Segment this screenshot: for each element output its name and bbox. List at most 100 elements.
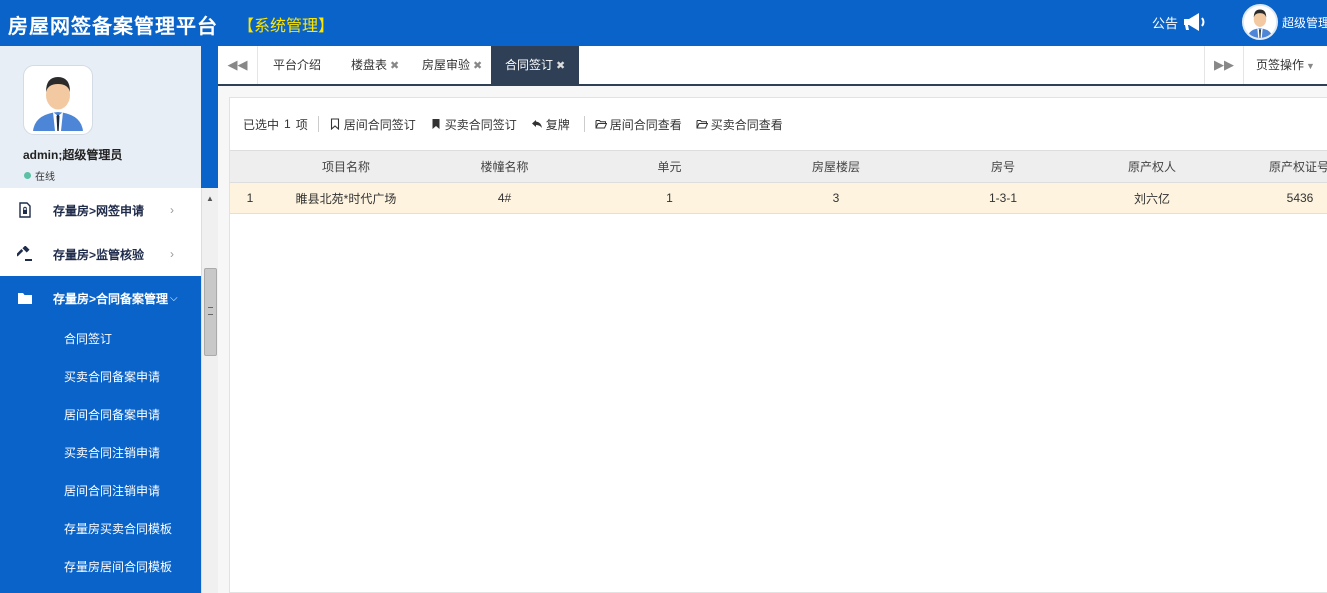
- sidebar-item-label: 存量房>合同备案管理: [53, 291, 169, 306]
- cell-floor: 3: [832, 191, 840, 205]
- button-label: 居间合同签订: [343, 117, 416, 132]
- profile-card: admin;超级管理员 在线: [0, 46, 201, 188]
- submenu-item[interactable]: 存量房居间合同模板: [0, 548, 201, 586]
- notice-button[interactable]: 公告: [1152, 12, 1208, 32]
- cell-project: 睢县北苑*时代广场: [295, 191, 397, 206]
- toolbar-divider: [583, 116, 585, 132]
- tab-scroll-right-button[interactable]: ▶▶: [1204, 46, 1244, 84]
- button-label: 买卖合同查看: [710, 117, 783, 132]
- column-header-project[interactable]: 项目名称: [270, 151, 422, 182]
- folder-open-icon: [595, 120, 607, 129]
- user-name: 超级管理: [1282, 15, 1327, 30]
- user-avatar-icon: [1244, 6, 1276, 38]
- submenu: 合同签订 买卖合同备案申请 居间合同备案申请 买卖合同注销申请 居间合同注销申请…: [0, 320, 201, 586]
- tab-label: 平台介绍: [273, 58, 322, 72]
- button-label: 复牌: [545, 117, 570, 132]
- reply-icon: [531, 120, 542, 128]
- profile-avatar: [24, 66, 92, 134]
- button-label: 买卖合同签订: [444, 117, 517, 132]
- caret-down-icon: ▼: [1306, 61, 1315, 71]
- selected-count: 1: [284, 117, 291, 131]
- profile-status: 在线: [24, 168, 55, 183]
- double-chevron-right-icon: ▶▶: [1214, 57, 1234, 72]
- sidebar-item-label: 存量房>监管核验: [53, 247, 145, 262]
- sidebar: admin;超级管理员 在线 存量房>网签申请 › 存量房>监管核验 › 存量房…: [0, 46, 218, 593]
- cell-unit: 1: [666, 191, 673, 205]
- user-avatar-icon: [27, 69, 89, 131]
- top-header: 房屋网签备案管理平台 【系统管理】 公告 超级管理: [0, 0, 1327, 46]
- sale-contract-view-button[interactable]: 买卖合同查看: [696, 116, 783, 133]
- chevron-right-icon: ›: [170, 247, 174, 261]
- close-icon[interactable]: ✖: [390, 60, 399, 72]
- submenu-item[interactable]: 买卖合同备案申请: [0, 358, 201, 396]
- folder-open-icon: [696, 120, 708, 129]
- chevron-down-icon: ⌵: [170, 292, 178, 304]
- brokerage-contract-view-button[interactable]: 居间合同查看: [595, 116, 682, 133]
- table-header: 项目名称 楼幢名称 单元 房屋楼层 房号 原产权人 原产权证号: [230, 150, 1327, 183]
- submenu-item[interactable]: 居间合同注销申请: [0, 472, 201, 510]
- column-header-unit[interactable]: 单元: [587, 151, 752, 182]
- sidebar-scrollbar[interactable]: ▲: [201, 188, 218, 593]
- submenu-item[interactable]: 买卖合同注销申请: [0, 434, 201, 472]
- close-icon[interactable]: ✖: [473, 60, 482, 72]
- column-header-room[interactable]: 房号: [920, 151, 1086, 182]
- column-header-owner[interactable]: 原产权人: [1086, 151, 1218, 182]
- avatar: [1242, 4, 1278, 40]
- submenu-item[interactable]: 居间合同备案申请: [0, 396, 201, 434]
- user-menu[interactable]: 超级管理: [1242, 4, 1327, 40]
- cell-room: 1-3-1: [988, 191, 1017, 205]
- status-text: 在线: [35, 172, 55, 183]
- tab-label: 房屋审验: [422, 58, 471, 72]
- sidebar-item-label: 存量房>网签申请: [53, 203, 145, 218]
- toolbar-divider: [317, 116, 319, 132]
- tab-scroll-left-button[interactable]: ◀◀: [218, 46, 258, 84]
- tab-platform-intro[interactable]: 平台介绍: [273, 46, 321, 84]
- folder-icon: [18, 293, 32, 304]
- table-row[interactable]: 1 睢县北苑*时代广场 4# 1 3 1-3-1 刘六亿 5436: [230, 183, 1327, 214]
- content-frame: 已选中 1 项 居间合同签订 买卖合同签订 复牌 居间合同查看 买卖合同查看 项…: [218, 86, 1327, 593]
- brokerage-contract-sign-button[interactable]: 居间合同签订: [329, 116, 416, 133]
- row-index: 1: [246, 191, 254, 205]
- grid-panel: 已选中 1 项 居间合同签订 买卖合同签订 复牌 居间合同查看 买卖合同查看 项…: [229, 97, 1327, 593]
- gavel-icon: [17, 246, 32, 261]
- tab-label: 楼盘表: [351, 58, 388, 72]
- tab-bar: ◀◀ 平台介绍 楼盘表 ✖ 房屋审验 ✖ 合同签订 ✖ ▶▶ 页签操作 ▼: [218, 46, 1327, 86]
- sidebar-item-contract-filing[interactable]: 存量房>合同备案管理 ⌵: [0, 276, 201, 320]
- button-label: 居间合同查看: [609, 117, 682, 132]
- cell-owner: 刘六亿: [1133, 191, 1170, 206]
- column-header-floor[interactable]: 房屋楼层: [752, 151, 920, 182]
- toolbar: 已选中 1 项 居间合同签订 买卖合同签订 复牌 居间合同查看 买卖合同查看: [230, 98, 1327, 150]
- tab-contract-signing[interactable]: 合同签订 ✖: [491, 46, 580, 84]
- megaphone-icon: [1184, 13, 1205, 31]
- module-tag[interactable]: 【系统管理】: [238, 12, 334, 36]
- scroll-up-icon[interactable]: ▲: [206, 194, 214, 203]
- double-chevron-left-icon: ◀◀: [227, 57, 248, 72]
- resume-button[interactable]: 复牌: [531, 116, 570, 133]
- selected-prefix: 已选中: [243, 117, 280, 132]
- notice-label: 公告: [1152, 15, 1179, 31]
- file-lock-icon: [19, 202, 31, 218]
- app-title: 房屋网签备案管理平台: [8, 16, 218, 38]
- submenu-item[interactable]: 存量房买卖合同模板: [0, 510, 201, 548]
- online-dot-icon: [24, 172, 31, 179]
- bookmark-outline-icon: [330, 118, 339, 130]
- chevron-right-icon: ›: [170, 203, 174, 217]
- tab-house-inspection[interactable]: 房屋审验 ✖: [422, 46, 482, 84]
- submenu-item[interactable]: 合同签订: [0, 320, 201, 358]
- sidebar-item-signing-request[interactable]: 存量房>网签申请 ›: [0, 188, 201, 232]
- scroll-thumb[interactable]: [204, 268, 217, 356]
- tab-operations-dropdown[interactable]: 页签操作 ▼: [1256, 46, 1315, 84]
- cell-building: 4#: [497, 191, 512, 205]
- sidebar-item-supervision[interactable]: 存量房>监管核验 ›: [0, 232, 201, 276]
- column-header-building[interactable]: 楼幢名称: [422, 151, 587, 182]
- close-icon[interactable]: ✖: [556, 60, 565, 72]
- tab-label: 合同签订: [505, 58, 554, 72]
- grip-icon: [208, 307, 213, 315]
- sale-contract-sign-button[interactable]: 买卖合同签订: [430, 116, 517, 133]
- tab-ops-label: 页签操作: [1256, 58, 1305, 72]
- bookmark-icon: [432, 119, 440, 129]
- profile-name: admin;超级管理员: [23, 148, 123, 162]
- cell-cert: 5436: [1286, 191, 1314, 205]
- tab-building-table[interactable]: 楼盘表 ✖: [351, 46, 399, 84]
- column-header-cert[interactable]: 原产权证号: [1250, 151, 1327, 182]
